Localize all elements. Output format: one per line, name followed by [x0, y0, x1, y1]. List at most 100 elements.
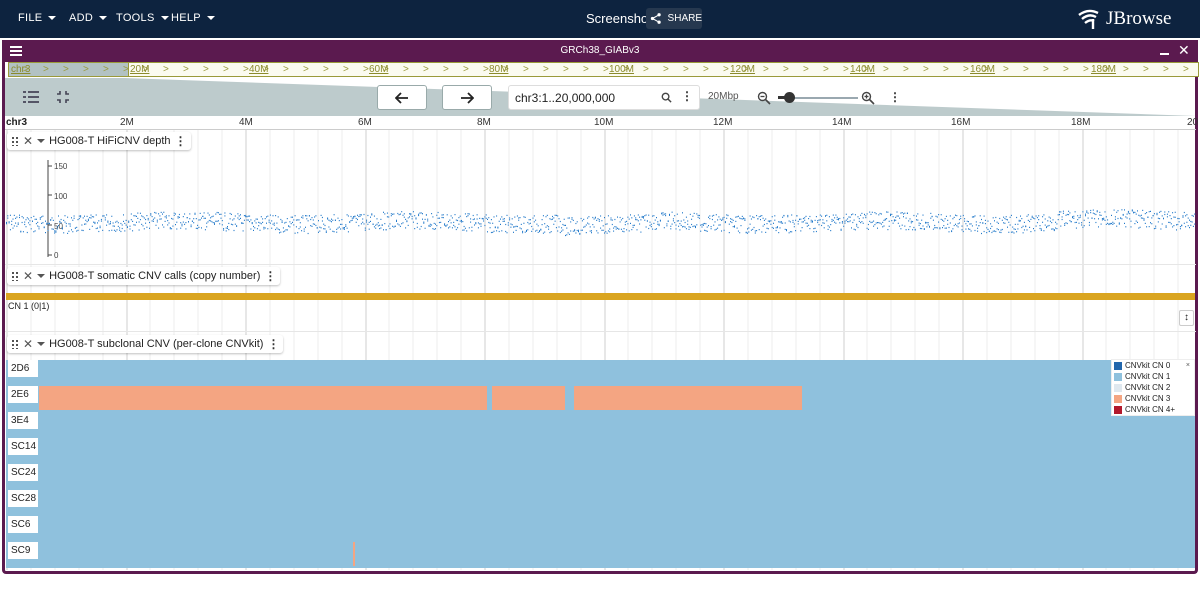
depth-point [557, 215, 559, 217]
cn3-segment[interactable] [492, 386, 565, 410]
depth-point [1061, 216, 1063, 218]
depth-point [515, 225, 517, 227]
depth-point [69, 223, 71, 225]
track-menu-icon[interactable]: ⋮ [175, 135, 187, 147]
depth-point [596, 230, 598, 232]
depth-point [137, 212, 139, 214]
depth-point [619, 221, 621, 223]
depth-point [636, 229, 638, 231]
depth-point [805, 222, 807, 224]
cn3-segment[interactable] [353, 542, 355, 566]
depth-point [666, 223, 668, 225]
depth-point [1189, 227, 1190, 229]
view-options-menu-icon[interactable]: ⋮ [889, 91, 901, 103]
cnv-call-feature[interactable] [6, 293, 1195, 300]
minimize-icon[interactable] [1160, 53, 1169, 55]
cn3-segment[interactable] [574, 386, 802, 410]
depth-point [436, 214, 438, 216]
cn3-segment[interactable] [39, 386, 487, 410]
pan-right-button[interactable] [442, 85, 492, 110]
chevron-down-icon[interactable] [37, 342, 46, 346]
depth-point [510, 223, 512, 225]
depth-point [877, 227, 878, 229]
depth-point [602, 225, 604, 227]
close-legend-icon[interactable]: × [1186, 362, 1190, 369]
chevron-right-icon: > [423, 64, 429, 75]
depth-point [224, 215, 226, 217]
location-menu-icon[interactable]: ⋮ [681, 90, 693, 102]
close-track-icon[interactable]: ✕ [23, 338, 33, 350]
depth-point [679, 229, 681, 231]
depth-point [688, 226, 690, 228]
search-icon[interactable] [661, 92, 672, 103]
depth-point [600, 215, 602, 217]
depth-point [1023, 229, 1025, 231]
depth-point [973, 216, 975, 218]
chevron-right-icon: > [883, 64, 889, 75]
depth-point [1151, 217, 1153, 219]
location-search-box[interactable]: ⋮ [508, 85, 700, 110]
depth-point [451, 217, 453, 219]
track-menu-icon[interactable]: ⋮ [264, 270, 276, 282]
share-button[interactable]: SHARE [646, 8, 702, 29]
depth-point [1140, 217, 1142, 219]
depth-point [845, 213, 847, 215]
track-menu-icon[interactable]: ⋮ [267, 338, 279, 350]
zoom-out-icon[interactable] [757, 91, 771, 105]
depth-point [24, 221, 26, 223]
zoom-slider-thumb[interactable] [784, 92, 795, 103]
menu-add[interactable]: ADD [69, 12, 108, 24]
depth-point [167, 224, 169, 226]
zoom-in-icon[interactable] [861, 91, 875, 105]
depth-point [996, 221, 998, 223]
depth-point [277, 228, 279, 230]
chevron-right-icon: > [223, 64, 229, 75]
depth-point [39, 217, 41, 219]
depth-point [416, 222, 418, 225]
depth-point [588, 223, 590, 225]
session-name[interactable]: Screenshot [586, 11, 652, 26]
depth-point [549, 232, 551, 234]
depth-point [723, 216, 725, 218]
depth-point [762, 225, 764, 227]
depth-point [116, 229, 118, 231]
chevron-down-icon[interactable] [37, 274, 46, 278]
location-input[interactable] [513, 90, 653, 106]
menu-tools[interactable]: TOOLS [116, 12, 169, 24]
depth-point [536, 223, 538, 225]
depth-point [575, 232, 577, 234]
menu-file[interactable]: FILE [18, 12, 57, 24]
depth-point [1034, 230, 1036, 232]
depth-point [527, 221, 529, 224]
track-selector-button[interactable] [22, 89, 40, 105]
depth-point [215, 213, 217, 215]
depth-point [619, 216, 621, 219]
pan-left-button[interactable] [377, 85, 427, 110]
depth-point [470, 221, 472, 223]
track-height-icon[interactable]: ↕ [1179, 310, 1194, 326]
depth-point [951, 230, 953, 233]
chevron-down-icon[interactable] [37, 139, 46, 143]
depth-point [327, 217, 329, 219]
menu-help[interactable]: HELP [171, 12, 215, 24]
close-track-icon[interactable]: ✕ [23, 135, 33, 147]
drag-handle-icon[interactable] [11, 339, 19, 349]
collapse-button[interactable] [54, 89, 72, 105]
depth-point [934, 224, 936, 227]
depth-point [938, 221, 940, 223]
depth-point [1052, 228, 1054, 230]
view-header: GRCh38_GIABv3 ✕ [2, 40, 1198, 62]
close-view-icon[interactable]: ✕ [1178, 43, 1190, 57]
depth-point [189, 213, 191, 215]
depth-scatter-plot[interactable] [5, 200, 1196, 245]
close-track-icon[interactable]: ✕ [23, 270, 33, 282]
drag-handle-icon[interactable] [11, 136, 19, 146]
overview-ruler[interactable]: chr3 > > > > > > > > > > > > > > > > > > > > > > > > > > > > > > > > > > >… [8, 62, 1199, 77]
depth-point [16, 216, 18, 218]
scale-bar[interactable]: chr3 2M 4M 6M 8M 10M 12M 14M 16M 18M 20 [5, 117, 1198, 130]
depth-point [142, 225, 144, 227]
depth-point [199, 219, 201, 221]
depth-point [818, 224, 820, 226]
drag-handle-icon[interactable] [11, 271, 19, 281]
depth-point [1029, 220, 1031, 223]
